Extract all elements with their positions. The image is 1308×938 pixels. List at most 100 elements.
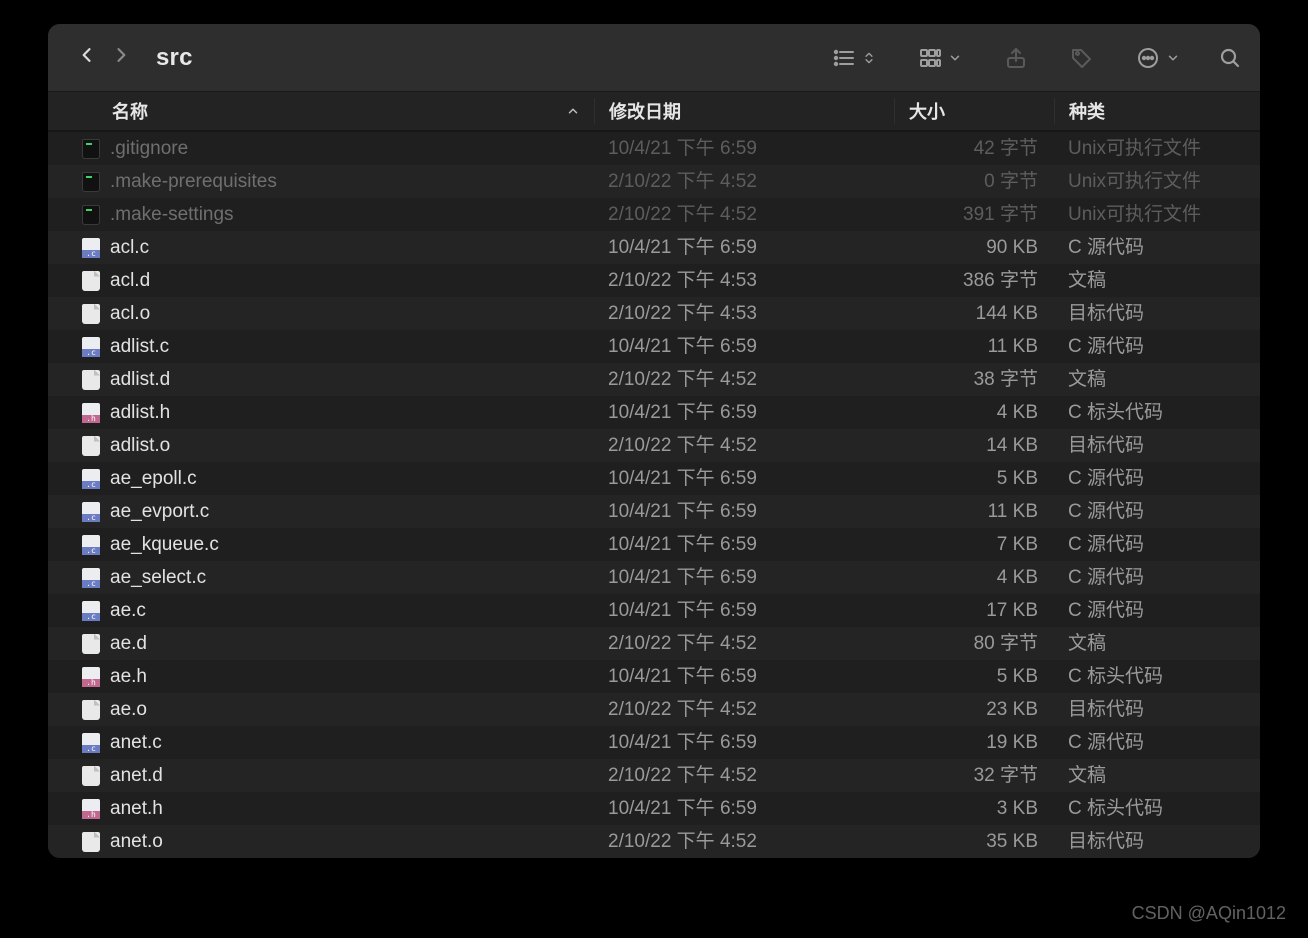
c-file-icon [82,601,100,621]
h-file-icon [82,667,100,687]
file-name: anet.d [110,759,163,792]
file-row[interactable]: acl.o2/10/22 下午 4:53144 KB目标代码 [48,297,1260,330]
file-name: acl.c [110,231,149,264]
tag-icon [1070,46,1094,70]
column-header-label: 修改日期 [609,102,681,122]
column-header-kind[interactable]: 种类 [1054,98,1260,124]
column-header-date[interactable]: 修改日期 [594,98,894,124]
file-name: ae.d [110,627,147,660]
file-row[interactable]: .make-settings2/10/22 下午 4:52391 字节Unix可… [48,198,1260,231]
file-name: ae.c [110,594,146,627]
file-row[interactable]: ae_evport.c10/4/21 下午 6:5911 KBC 源代码 [48,495,1260,528]
file-row[interactable]: adlist.h10/4/21 下午 6:594 KBC 标头代码 [48,396,1260,429]
exec-file-icon [82,172,100,192]
file-kind: 文稿 [1054,363,1260,396]
doc-file-icon [82,634,100,654]
c-file-icon [82,469,100,489]
file-kind: C 源代码 [1054,561,1260,594]
file-row[interactable]: adlist.d2/10/22 下午 4:5238 字节文稿 [48,363,1260,396]
share-icon [1004,46,1028,70]
nav-back-button[interactable] [70,41,104,75]
file-date: 10/4/21 下午 6:59 [594,231,894,264]
file-row[interactable]: .make-prerequisites2/10/22 下午 4:520 字节Un… [48,165,1260,198]
tags-button[interactable] [1070,46,1094,70]
toolbar-tools [832,46,1180,70]
file-name: adlist.h [110,396,170,429]
file-date: 10/4/21 下午 6:59 [594,330,894,363]
file-row[interactable]: ae_kqueue.c10/4/21 下午 6:597 KBC 源代码 [48,528,1260,561]
sort-ascending-icon [566,104,580,118]
search-icon [1218,46,1242,70]
file-date: 2/10/22 下午 4:52 [594,759,894,792]
file-row[interactable]: ae.o2/10/22 下午 4:5223 KB目标代码 [48,693,1260,726]
file-name: anet.o [110,825,163,858]
file-kind: C 源代码 [1054,495,1260,528]
file-row[interactable]: anet.h10/4/21 下午 6:593 KBC 标头代码 [48,792,1260,825]
file-kind: C 源代码 [1054,594,1260,627]
doc-file-icon [82,832,100,852]
file-row[interactable]: ae.c10/4/21 下午 6:5917 KBC 源代码 [48,594,1260,627]
column-header-size[interactable]: 大小 [894,98,1054,124]
file-date: 10/4/21 下午 6:59 [594,495,894,528]
more-actions-button[interactable] [1136,46,1180,70]
file-name: ae_kqueue.c [110,528,219,561]
file-row[interactable]: ae.h10/4/21 下午 6:595 KBC 标头代码 [48,660,1260,693]
file-date: 10/4/21 下午 6:59 [594,726,894,759]
file-name: ae.o [110,693,147,726]
view-as-list-button[interactable] [832,46,876,70]
doc-file-icon [82,766,100,786]
file-size: 90 KB [894,231,1054,264]
file-name: acl.o [110,297,150,330]
file-name: .gitignore [110,132,188,165]
file-row[interactable]: ae.d2/10/22 下午 4:5280 字节文稿 [48,627,1260,660]
file-row[interactable]: anet.c10/4/21 下午 6:5919 KBC 源代码 [48,726,1260,759]
c-file-icon [82,337,100,357]
share-button[interactable] [1004,46,1028,70]
group-by-button[interactable] [918,46,962,70]
file-kind: 目标代码 [1054,825,1260,858]
file-kind: Unix可执行文件 [1054,165,1260,198]
file-row[interactable]: adlist.c10/4/21 下午 6:5911 KBC 源代码 [48,330,1260,363]
file-size: 3 KB [894,792,1054,825]
file-size: 144 KB [894,297,1054,330]
file-row[interactable]: acl.c10/4/21 下午 6:5990 KBC 源代码 [48,231,1260,264]
column-header-name[interactable]: 名称 [48,98,594,124]
file-date: 10/4/21 下午 6:59 [594,660,894,693]
file-row[interactable]: ae_epoll.c10/4/21 下午 6:595 KBC 源代码 [48,462,1260,495]
file-row[interactable]: .gitignore10/4/21 下午 6:5942 字节Unix可执行文件 [48,132,1260,165]
file-list[interactable]: .gitignore10/4/21 下午 6:5942 字节Unix可执行文件.… [48,132,1260,858]
file-date: 2/10/22 下午 4:52 [594,825,894,858]
file-name: ae_select.c [110,561,206,594]
up-down-caret-icon [862,49,876,67]
file-row[interactable]: ae_select.c10/4/21 下午 6:594 KBC 源代码 [48,561,1260,594]
column-header-label: 大小 [909,102,945,122]
file-size: 4 KB [894,561,1054,594]
file-date: 10/4/21 下午 6:59 [594,594,894,627]
file-row[interactable]: anet.o2/10/22 下午 4:5235 KB目标代码 [48,825,1260,858]
c-file-icon [82,568,100,588]
search-button[interactable] [1218,46,1242,70]
file-date: 2/10/22 下午 4:52 [594,693,894,726]
exec-file-icon [82,139,100,159]
file-kind: C 源代码 [1054,528,1260,561]
file-name: acl.d [110,264,150,297]
file-size: 5 KB [894,660,1054,693]
file-name: .make-settings [110,198,234,231]
file-kind: C 源代码 [1054,726,1260,759]
c-file-icon [82,238,100,258]
file-name: adlist.d [110,363,170,396]
file-row[interactable]: adlist.o2/10/22 下午 4:5214 KB目标代码 [48,429,1260,462]
file-date: 2/10/22 下午 4:52 [594,165,894,198]
column-header-label: 名称 [112,98,148,124]
file-date: 10/4/21 下午 6:59 [594,792,894,825]
file-name: ae_epoll.c [110,462,197,495]
file-row[interactable]: anet.d2/10/22 下午 4:5232 字节文稿 [48,759,1260,792]
doc-file-icon [82,436,100,456]
file-row[interactable]: acl.d2/10/22 下午 4:53386 字节文稿 [48,264,1260,297]
column-header-label: 种类 [1069,102,1105,122]
nav-forward-button[interactable] [104,41,138,75]
file-date: 10/4/21 下午 6:59 [594,132,894,165]
chevron-right-icon [111,45,131,70]
file-name: anet.h [110,792,163,825]
file-kind: C 标头代码 [1054,396,1260,429]
